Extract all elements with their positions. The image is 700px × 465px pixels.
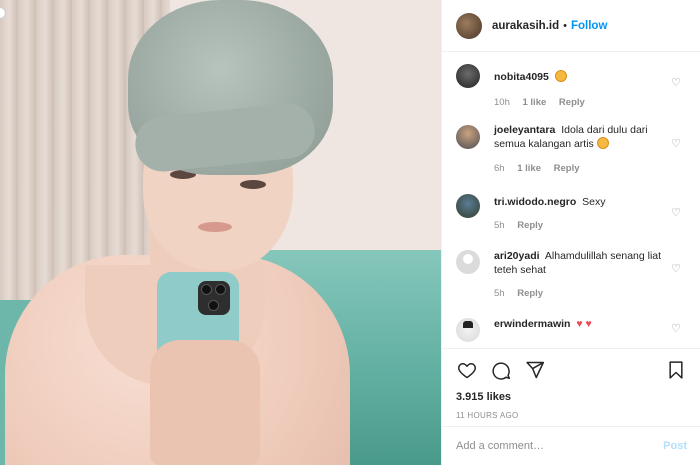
comment-item: tri.widodo.negro Sexy 5h Reply ♡ [442, 192, 700, 248]
comment-item: ari20yadi Alhamdulillah senang liat tete… [442, 248, 700, 316]
post-header: aurakasih.id • Follow [442, 0, 700, 52]
comment-meta: 5h Reply [494, 220, 674, 231]
post-actions-section: 3.915 likes 11 HOURS AGO [442, 348, 700, 420]
follow-button[interactable]: Follow [571, 20, 607, 32]
comment-item: erwindermawin ♥ ♥ ♡ [442, 316, 700, 346]
comment-time[interactable]: 10h [494, 97, 510, 108]
post-sidebar: aurakasih.id • Follow nobita4095 10h 1 l… [441, 0, 700, 465]
comment-like-icon[interactable]: ♡ [671, 137, 681, 150]
comment-like-icon[interactable]: ♡ [671, 262, 681, 275]
likes-count[interactable]: 3.915 likes [442, 391, 700, 403]
commenter-avatar[interactable] [456, 250, 480, 274]
comment-text: nobita4095 [494, 70, 674, 84]
reply-button[interactable]: Reply [559, 97, 585, 108]
comment-time[interactable]: 5h [494, 288, 505, 299]
bookmark-icon[interactable] [665, 359, 687, 381]
post-image[interactable] [0, 0, 441, 465]
comment-like-icon[interactable]: ♡ [671, 76, 681, 89]
post-timestamp[interactable]: 11 HOURS AGO [442, 411, 700, 420]
owner-avatar[interactable] [456, 12, 482, 39]
comment-meta: 5h Reply [494, 288, 674, 299]
comment-likes[interactable]: 1 like [517, 163, 541, 174]
owner-username[interactable]: aurakasih.id [492, 20, 559, 32]
comment-icon[interactable] [490, 359, 512, 381]
comment-likes[interactable]: 1 like [523, 97, 547, 108]
commenter-avatar[interactable] [456, 125, 480, 149]
comment-meta: 6h 1 like Reply [494, 163, 674, 174]
commenter-avatar[interactable] [456, 318, 480, 342]
comment-text: joeleyantara Idola dari dulu dari semua … [494, 123, 674, 151]
comment-text: ari20yadi Alhamdulillah senang liat tete… [494, 249, 674, 277]
comment-meta: 10h 1 like Reply [494, 97, 674, 108]
action-bar [442, 349, 700, 391]
phone-camera [198, 281, 230, 315]
post-comment-button[interactable]: Post [663, 440, 687, 452]
star-struck-emoji [596, 137, 609, 149]
comment-text: tri.widodo.negro Sexy [494, 195, 674, 209]
comment-time[interactable]: 6h [494, 163, 505, 174]
comment-like-icon[interactable]: ♡ [671, 206, 681, 219]
red-hearts-emoji: ♥ ♥ [576, 318, 592, 330]
comment-item: nobita4095 10h 1 like Reply ♡ [442, 62, 700, 123]
add-comment-bar: Post [442, 426, 700, 465]
commenter-username[interactable]: ari20yadi [494, 250, 540, 262]
reply-button[interactable]: Reply [517, 288, 543, 299]
comment-time[interactable]: 5h [494, 220, 505, 231]
commenter-avatar[interactable] [456, 64, 480, 88]
hand [150, 340, 260, 465]
comment-input[interactable] [456, 440, 664, 452]
separator-dot: • [563, 19, 567, 32]
reply-button[interactable]: Reply [517, 220, 543, 231]
comment-text: erwindermawin ♥ ♥ [494, 317, 674, 331]
heart-icon[interactable] [456, 359, 478, 381]
comment-body: Sexy [582, 196, 606, 208]
commenter-username[interactable]: erwindermawin [494, 318, 570, 330]
star-struck-emoji [554, 70, 567, 82]
reply-button[interactable]: Reply [554, 163, 580, 174]
comment-list: nobita4095 10h 1 like Reply ♡ joeleyanta… [442, 62, 700, 346]
commenter-username[interactable]: nobita4095 [494, 71, 549, 83]
comment-item: joeleyantara Idola dari dulu dari semua … [442, 123, 700, 192]
share-icon[interactable] [524, 359, 546, 381]
comment-like-icon[interactable]: ♡ [671, 322, 681, 335]
commenter-avatar[interactable] [456, 194, 480, 218]
right-eye [240, 180, 266, 189]
lips [198, 222, 232, 232]
commenter-username[interactable]: joeleyantara [494, 124, 555, 136]
commenter-username[interactable]: tri.widodo.negro [494, 196, 576, 208]
